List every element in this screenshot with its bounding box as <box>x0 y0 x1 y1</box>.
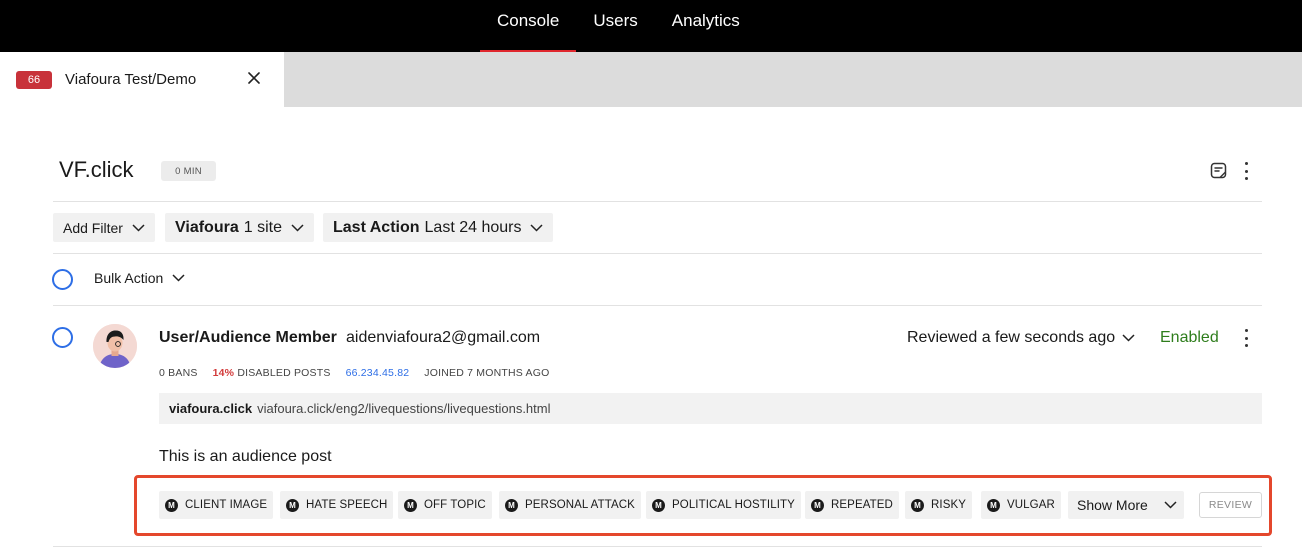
moderation-icon: M <box>505 498 518 512</box>
moderation-icon: M <box>652 498 665 512</box>
reviewed-label: Reviewed a few seconds ago <box>907 329 1116 346</box>
post-more-options-icon[interactable] <box>1243 329 1249 347</box>
notes-icon[interactable] <box>1210 162 1227 179</box>
tag-label: PERSONAL ATTACK <box>525 499 635 511</box>
add-filter-label: Add Filter <box>63 219 123 236</box>
page-more-options-icon[interactable] <box>1243 162 1249 180</box>
chevron-down-icon <box>530 223 544 232</box>
time-badge: 0 MIN <box>161 161 216 181</box>
tag-vulgar[interactable]: M VULGAR <box>981 491 1061 519</box>
user-email[interactable]: aidenviafoura2@gmail.com <box>346 329 540 347</box>
status-badge: Enabled <box>1160 329 1219 346</box>
tag-label: CLIENT IMAGE <box>185 499 268 511</box>
tab-viafoura-test-demo[interactable]: 66 Viafoura Test/Demo <box>0 52 284 107</box>
tab-label: Viafoura Test/Demo <box>65 71 197 88</box>
last-action-value: Last 24 hours <box>424 218 522 236</box>
nav-analytics[interactable]: Analytics <box>655 0 757 52</box>
moderation-icon: M <box>404 498 417 512</box>
tag-repeated[interactable]: M REPEATED <box>805 491 899 519</box>
top-nav: Console Users Analytics <box>480 0 757 52</box>
url-domain: viafoura.click <box>169 401 253 416</box>
moderation-icon: M <box>987 498 1000 512</box>
post-content: This is an audience post <box>159 448 332 465</box>
tag-risky[interactable]: M RISKY <box>905 491 973 519</box>
moderation-icon: M <box>286 498 299 512</box>
show-more-dropdown[interactable]: Show More <box>1068 491 1184 519</box>
review-history-dropdown[interactable]: Reviewed a few seconds ago <box>907 329 1135 347</box>
bans-count: 0 BANS <box>159 367 198 379</box>
tab-count-badge: 66 <box>16 70 52 89</box>
user-avatar-icon <box>93 324 137 368</box>
select-all-radio[interactable] <box>52 269 73 290</box>
url-path: viafoura.click/eng2/livequestions/livequ… <box>257 401 551 416</box>
moderation-icon: M <box>165 498 178 512</box>
review-button[interactable]: REVIEW <box>1199 492 1262 518</box>
tag-label: RISKY <box>931 499 967 511</box>
site-filter-label: Viafoura <box>175 218 239 236</box>
disabled-posts: 14% DISABLED POSTS <box>213 367 331 379</box>
show-more-label: Show More <box>1077 497 1148 513</box>
tag-label: REPEATED <box>831 499 893 511</box>
chevron-down-icon <box>1122 334 1135 342</box>
avatar <box>93 324 137 368</box>
last-action-filter-dropdown[interactable]: Last Action Last 24 hours <box>323 213 554 242</box>
chevron-down-icon <box>1164 501 1177 509</box>
tag-hate-speech[interactable]: M HATE SPEECH <box>280 491 394 519</box>
nav-console[interactable]: Console <box>480 0 577 52</box>
site-filter-dropdown[interactable]: Viafoura 1 site <box>165 213 314 242</box>
chevron-down-icon <box>132 223 145 232</box>
bulk-action-dropdown[interactable]: Bulk Action <box>94 270 185 286</box>
nav-users[interactable]: Users <box>576 0 654 52</box>
bulk-action-label: Bulk Action <box>94 270 164 286</box>
moderation-icon: M <box>911 498 924 512</box>
tag-political-hostility[interactable]: M POLITICAL HOSTILITY <box>646 491 801 519</box>
add-filter-dropdown[interactable]: Add Filter <box>53 213 155 242</box>
top-navigation-bar: Console Users Analytics <box>0 0 1302 52</box>
post-select-radio[interactable] <box>52 327 73 348</box>
divider <box>53 253 1262 254</box>
disabled-posts-percent: 14% <box>212 367 235 379</box>
divider <box>53 546 1262 547</box>
chevron-down-icon <box>291 223 304 232</box>
tag-label: OFF TOPIC <box>424 499 486 511</box>
user-role: User/Audience Member <box>159 329 337 346</box>
moderation-icon: M <box>811 498 824 512</box>
tag-label: HATE SPEECH <box>306 499 388 511</box>
tag-label: POLITICAL HOSTILITY <box>672 499 795 511</box>
tab-bar: 66 Viafoura Test/Demo <box>0 52 1302 107</box>
tag-personal-attack[interactable]: M PERSONAL ATTACK <box>499 491 641 519</box>
user-stats: 0 BANS 14% DISABLED POSTS 66.234.45.82 J… <box>159 367 564 379</box>
ip-address-link[interactable]: 66.234.45.82 <box>346 367 410 379</box>
site-filter-value: 1 site <box>243 218 282 236</box>
chevron-down-icon <box>172 274 185 282</box>
divider <box>53 201 1262 202</box>
last-action-label: Last Action <box>333 218 420 236</box>
tag-client-image[interactable]: M CLIENT IMAGE <box>159 491 274 519</box>
close-icon[interactable] <box>246 70 262 86</box>
divider <box>53 305 1262 306</box>
joined-date: JOINED 7 MONTHS AGO <box>424 367 550 379</box>
page-title: VF.click <box>59 157 134 182</box>
post-source-url[interactable]: viafoura.click viafoura.click/eng2/liveq… <box>159 393 1262 424</box>
disabled-posts-label: DISABLED POSTS <box>237 367 331 379</box>
tag-label: VULGAR <box>1007 499 1055 511</box>
tag-off-topic[interactable]: M OFF TOPIC <box>398 491 492 519</box>
